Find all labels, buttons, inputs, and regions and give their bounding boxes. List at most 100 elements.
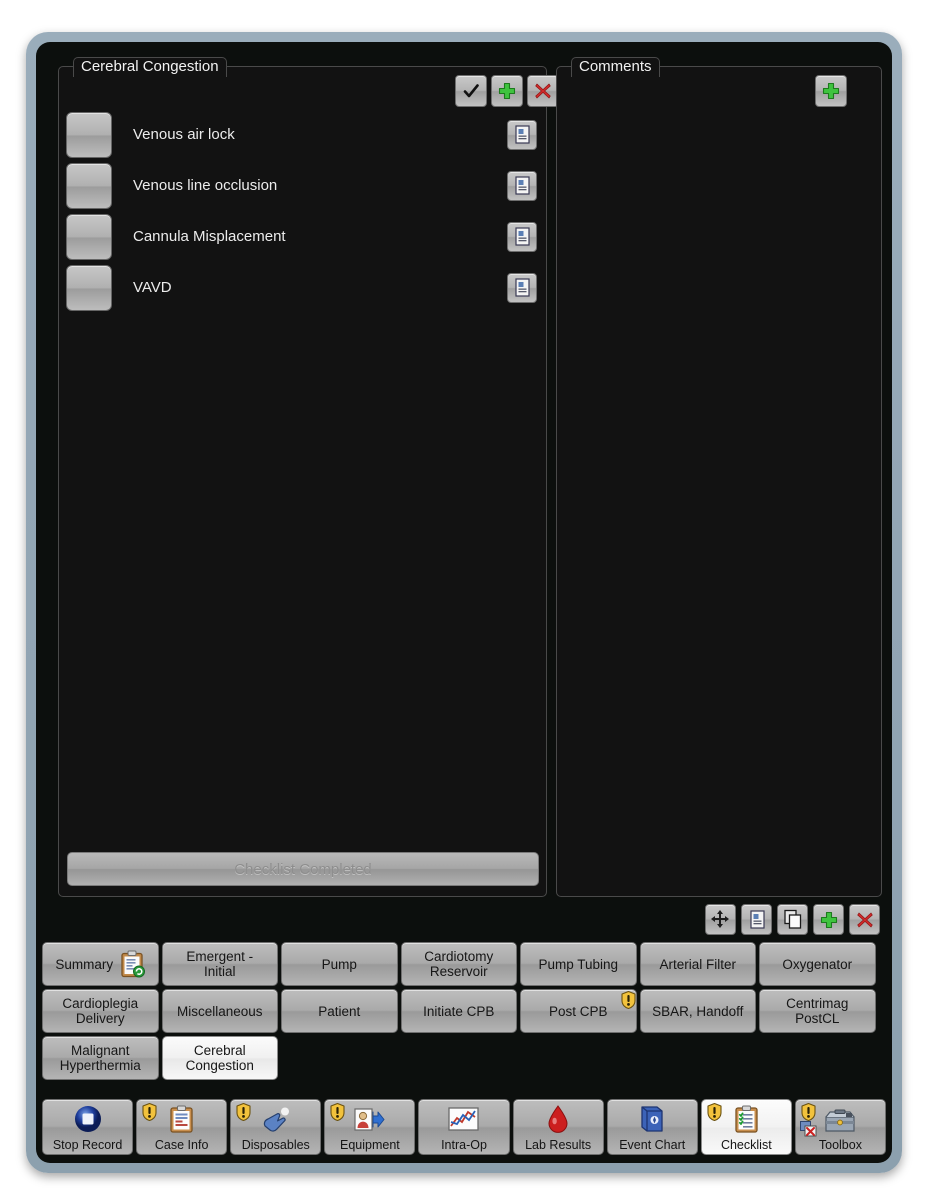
nav-item-label: Toolbox xyxy=(818,1138,862,1152)
nav-item-toolbox[interactable]: Toolbox xyxy=(794,1099,886,1155)
tab-cerebral-congestion[interactable]: Cerebral Congestion xyxy=(161,1036,278,1080)
checklist-item-note-button[interactable] xyxy=(507,119,537,150)
warn-icon xyxy=(707,1102,722,1122)
note-button[interactable] xyxy=(741,904,772,935)
checklist-item-note-button[interactable] xyxy=(507,272,537,303)
nav-item-stop-record[interactable]: Stop Record xyxy=(42,1099,134,1155)
plus-icon xyxy=(820,911,837,928)
line-chart-icon xyxy=(448,1107,480,1131)
tab-label: Cardioplegia Delivery xyxy=(62,996,139,1026)
tab-initiate-cpb[interactable]: Initiate CPB xyxy=(400,989,517,1033)
tab-centrimag-postcl[interactable]: Centrimag PostCL xyxy=(759,989,876,1033)
stop-record-icon xyxy=(43,1100,132,1138)
tab-pump-tubing[interactable]: Pump Tubing xyxy=(520,942,637,986)
move-button[interactable] xyxy=(705,904,736,935)
gloved-hand-icon xyxy=(231,1100,320,1138)
warn-icon xyxy=(620,990,636,1010)
nav-item-event-chart[interactable]: Event Chart xyxy=(606,1099,698,1155)
checklist-item-label: Venous air lock xyxy=(133,126,235,143)
nav-item-label: Intra-Op xyxy=(441,1138,487,1152)
tab-label: Pump Tubing xyxy=(538,956,619,972)
tab-miscellaneous[interactable]: Miscellaneous xyxy=(161,989,278,1033)
tab-emergent-initial[interactable]: Emergent - Initial xyxy=(161,942,278,986)
device-bezel: Cerebral Congestion Venous air lock Venou… xyxy=(26,32,902,1173)
nav-item-intra-op[interactable]: Intra-Op xyxy=(418,1099,510,1155)
close-icon xyxy=(535,83,551,99)
warn-icon xyxy=(330,1102,345,1122)
note-icon xyxy=(515,227,530,246)
nav-item-equipment[interactable]: Equipment xyxy=(324,1099,416,1155)
checklist-item-checkbox[interactable] xyxy=(66,111,112,158)
comments-panel: Comments xyxy=(556,57,882,897)
delete-item-button[interactable] xyxy=(527,75,559,107)
checklist-item-checkbox[interactable] xyxy=(66,264,112,311)
tab-summary[interactable]: Summary xyxy=(42,942,159,986)
checklist-completed-button[interactable]: Checklist Completed xyxy=(67,852,539,886)
warning-badge-icon xyxy=(707,1102,722,1122)
add-comment-button[interactable] xyxy=(815,75,847,107)
close-icon xyxy=(856,911,873,928)
tab-malignant-hyperthermia[interactable]: Malignant Hyperthermia xyxy=(42,1036,159,1080)
redx-badge-icon xyxy=(799,1121,817,1137)
checklist-item-note-button[interactable] xyxy=(507,170,537,201)
tab-label: Initiate CPB xyxy=(423,1003,495,1019)
checklist-item-checkbox[interactable] xyxy=(66,213,112,260)
check-icon xyxy=(463,84,479,98)
tab-arterial-filter[interactable]: Arterial Filter xyxy=(639,942,756,986)
add-button[interactable] xyxy=(813,904,844,935)
tab-label: SBAR, Handoff xyxy=(652,1003,744,1019)
checklist-item-note-button[interactable] xyxy=(507,221,537,252)
note-icon xyxy=(515,176,530,195)
copy-icon xyxy=(783,909,801,929)
nav-item-lab-results[interactable]: Lab Results xyxy=(512,1099,604,1155)
copy-button[interactable] xyxy=(777,904,808,935)
note-icon xyxy=(749,910,765,929)
checklist-item-label: Venous line occlusion xyxy=(133,177,278,194)
toolbox-icon xyxy=(796,1100,885,1138)
checklist-item-label: Cannula Misplacement xyxy=(133,228,286,245)
tab-cardioplegia-delivery[interactable]: Cardioplegia Delivery xyxy=(42,989,159,1033)
tab-patient[interactable]: Patient xyxy=(281,989,398,1033)
nav-item-label: Disposables xyxy=(241,1138,310,1152)
plus-icon xyxy=(498,82,516,100)
warn-icon xyxy=(142,1102,157,1122)
tab-label: Miscellaneous xyxy=(176,1003,263,1019)
checklist-panel: Cerebral Congestion Venous air lock Venou… xyxy=(58,57,559,897)
record-toolbar xyxy=(705,904,880,935)
tab-label: Emergent - Initial xyxy=(186,949,254,979)
tab-oxygenator[interactable]: Oxygenator xyxy=(759,942,876,986)
add-item-button[interactable] xyxy=(491,75,523,107)
blue-book-icon xyxy=(608,1100,697,1138)
tab-post-cpb[interactable]: Post CPB xyxy=(520,989,637,1033)
device-screen: Cerebral Congestion Venous air lock Venou… xyxy=(36,42,892,1163)
checklist-item-row: Venous line occlusion xyxy=(59,160,546,211)
nav-item-disposables[interactable]: Disposables xyxy=(230,1099,322,1155)
note-icon xyxy=(515,125,530,144)
tab-label: Oxygenator xyxy=(782,956,853,972)
mark-complete-button[interactable] xyxy=(455,75,487,107)
tab-sbar-handoff[interactable]: SBAR, Handoff xyxy=(639,989,756,1033)
tab-label: Pump xyxy=(321,956,357,972)
equipment-person-icon xyxy=(325,1100,414,1138)
tab-cardiotomy-reservoir[interactable]: Cardiotomy Reservoir xyxy=(400,942,517,986)
checklist-item-checkbox[interactable] xyxy=(66,162,112,209)
gloved-hand-icon xyxy=(264,1107,290,1132)
delete-button[interactable] xyxy=(849,904,880,935)
warning-badge-icon xyxy=(801,1102,816,1122)
nav-item-label: Stop Record xyxy=(52,1138,123,1152)
blood-drop-icon xyxy=(514,1100,603,1138)
checklist-item-row: Cannula Misplacement xyxy=(59,211,546,262)
bottom-navigation-bar: Stop Record Case Info Disposables Equipment… xyxy=(42,1099,886,1155)
tab-label: Arterial Filter xyxy=(659,956,736,972)
tab-label: Patient xyxy=(318,1003,361,1019)
nav-item-case-info[interactable]: Case Info xyxy=(136,1099,228,1155)
blood-drop-icon xyxy=(548,1105,568,1133)
tab-label: Cerebral Congestion xyxy=(185,1043,254,1073)
nav-item-checklist[interactable]: Checklist xyxy=(700,1099,792,1155)
checklist-item-label: VAVD xyxy=(133,279,172,296)
tab-pump[interactable]: Pump xyxy=(281,942,398,986)
tab-label: Centrimag PostCL xyxy=(786,996,849,1026)
case-info-clipboard-icon xyxy=(170,1105,193,1133)
checklist-clipboard-icon xyxy=(702,1100,791,1138)
blue-book-icon xyxy=(641,1106,663,1132)
